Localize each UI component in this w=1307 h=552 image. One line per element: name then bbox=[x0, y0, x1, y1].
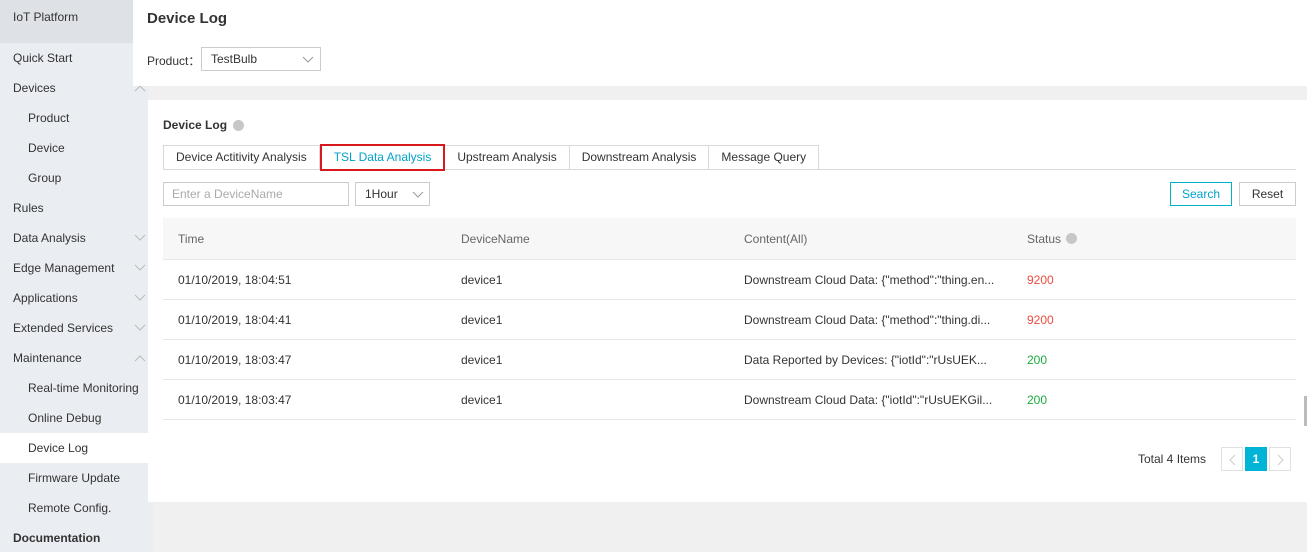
product-label: Product： bbox=[147, 54, 201, 68]
sidebar-item-firmware-update[interactable]: Firmware Update bbox=[0, 463, 148, 493]
pagination-page-1[interactable]: 1 bbox=[1245, 447, 1267, 471]
sidebar-item-rules[interactable]: Rules bbox=[0, 193, 148, 223]
sidebar-item-device-log[interactable]: Device Log bbox=[0, 433, 148, 463]
sidebar-item-maintenance[interactable]: Maintenance bbox=[0, 343, 148, 373]
chevron-down-icon bbox=[134, 313, 146, 343]
sidebar-item-label: Devices bbox=[13, 81, 56, 95]
app-title[interactable]: IoT Platform bbox=[0, 0, 148, 43]
chevron-right-icon bbox=[1277, 454, 1284, 466]
pagination-prev-button[interactable] bbox=[1221, 447, 1243, 471]
reset-button[interactable]: Reset bbox=[1239, 182, 1296, 206]
chevron-down-icon bbox=[302, 56, 314, 63]
column-header-content: Content(All) bbox=[744, 232, 808, 246]
cell-status: 9200 bbox=[1027, 273, 1054, 287]
chevron-down-icon bbox=[134, 253, 146, 283]
cell-content[interactable]: Data Reported by Devices: {"iotId":"rUsU… bbox=[729, 340, 1012, 379]
sidebar-item-online-debug[interactable]: Online Debug bbox=[0, 403, 148, 433]
sidebar-item-device[interactable]: Device bbox=[0, 133, 148, 163]
column-header-device-name: DeviceName bbox=[461, 232, 530, 246]
sidebar-item-documentation[interactable]: Documentation bbox=[0, 523, 148, 552]
sidebar-edge bbox=[148, 502, 153, 552]
page-header: Device Log Product： TestBulb bbox=[133, 0, 1307, 86]
sidebar-item-label: Applications bbox=[13, 291, 78, 305]
chevron-left-icon bbox=[1229, 454, 1236, 466]
sidebar-item-label: Maintenance bbox=[13, 351, 82, 365]
search-button[interactable]: Search bbox=[1170, 182, 1232, 206]
cell-status: 200 bbox=[1027, 393, 1048, 407]
tab-downstream-analysis[interactable]: Downstream Analysis bbox=[569, 145, 710, 170]
tab-upstream-analysis[interactable]: Upstream Analysis bbox=[445, 145, 570, 170]
sidebar-item-label: Data Analysis bbox=[13, 231, 86, 245]
table-row[interactable]: 01/10/2019, 18:04:51 device1 Downstream … bbox=[163, 260, 1296, 300]
tab-bar: Device Actitivity Analysis TSL Data Anal… bbox=[163, 144, 820, 171]
tab-device-activity-analysis[interactable]: Device Actitivity Analysis bbox=[163, 145, 320, 170]
cell-time: 01/10/2019, 18:03:47 bbox=[178, 353, 292, 367]
product-select-value: TestBulb bbox=[211, 52, 258, 66]
section-title: Device Log bbox=[163, 118, 228, 132]
cell-content[interactable]: Downstream Cloud Data: {"method":"thing.… bbox=[729, 300, 1012, 339]
cell-content[interactable]: Downstream Cloud Data: {"iotId":"rUsUEKG… bbox=[729, 380, 1012, 419]
sidebar-menu: Quick Start Devices Product Device Group… bbox=[0, 43, 148, 552]
help-icon[interactable] bbox=[233, 120, 244, 131]
tab-tsl-data-analysis[interactable]: TSL Data Analysis bbox=[319, 144, 446, 171]
sidebar-item-devices[interactable]: Devices bbox=[0, 73, 148, 103]
cell-content[interactable]: Downstream Cloud Data: {"method":"thing.… bbox=[729, 260, 1012, 299]
log-table: Time DeviceName Content(All) Status 01/1… bbox=[163, 218, 1296, 420]
cell-time: 01/10/2019, 18:04:41 bbox=[178, 313, 292, 327]
pagination-next-button[interactable] bbox=[1269, 447, 1291, 471]
tab-message-query[interactable]: Message Query bbox=[709, 145, 820, 170]
cell-time: 01/10/2019, 18:04:51 bbox=[178, 273, 292, 287]
cell-device-name: device1 bbox=[461, 353, 503, 367]
cell-device-name: device1 bbox=[461, 313, 503, 327]
sidebar-item-data-analysis[interactable]: Data Analysis bbox=[0, 223, 148, 253]
help-icon[interactable] bbox=[1066, 233, 1078, 244]
device-name-input[interactable] bbox=[163, 182, 349, 206]
time-range-value: 1Hour bbox=[365, 187, 398, 201]
sidebar-item-remote-config[interactable]: Remote Config. bbox=[0, 493, 148, 523]
sidebar-item-product[interactable]: Product bbox=[0, 103, 148, 133]
sidebar-item-edge-management[interactable]: Edge Management bbox=[0, 253, 148, 283]
main-panel: Device Log Device Actitivity Analysis TS… bbox=[148, 100, 1307, 502]
product-select[interactable]: TestBulb bbox=[201, 47, 321, 71]
sidebar-item-label: Edge Management bbox=[13, 261, 115, 275]
sidebar-item-realtime-monitoring[interactable]: Real-time Monitoring bbox=[0, 373, 148, 403]
column-header-status: Status bbox=[1012, 218, 1296, 259]
pagination-total: Total 4 Items bbox=[1138, 452, 1207, 466]
sidebar-item-quick-start[interactable]: Quick Start bbox=[0, 43, 148, 73]
table-header: Time DeviceName Content(All) Status bbox=[163, 218, 1296, 260]
table-row[interactable]: 01/10/2019, 18:03:47 device1 Data Report… bbox=[163, 340, 1296, 380]
sidebar: IoT Platform Quick Start Devices Product… bbox=[0, 0, 148, 552]
sidebar-item-applications[interactable]: Applications bbox=[0, 283, 148, 313]
sidebar-item-extended-services[interactable]: Extended Services bbox=[0, 313, 148, 343]
cell-device-name: device1 bbox=[461, 273, 503, 287]
table-row[interactable]: 01/10/2019, 18:03:47 device1 Downstream … bbox=[163, 380, 1296, 420]
page-title: Device Log bbox=[147, 10, 228, 27]
cell-status: 200 bbox=[1027, 353, 1048, 367]
sidebar-item-label: Extended Services bbox=[13, 321, 114, 335]
chevron-down-icon bbox=[412, 191, 424, 198]
cell-status: 9200 bbox=[1027, 313, 1054, 327]
table-row[interactable]: 01/10/2019, 18:04:41 device1 Downstream … bbox=[163, 300, 1296, 340]
chevron-up-icon bbox=[134, 343, 146, 373]
cell-device-name: device1 bbox=[461, 393, 503, 407]
time-range-select[interactable]: 1Hour bbox=[355, 182, 430, 206]
chevron-down-icon bbox=[134, 223, 146, 253]
column-header-time: Time bbox=[178, 232, 205, 246]
sidebar-item-group[interactable]: Group bbox=[0, 163, 148, 193]
cell-time: 01/10/2019, 18:03:47 bbox=[178, 393, 292, 407]
column-header-status-label: Status bbox=[1027, 232, 1062, 246]
chevron-down-icon bbox=[134, 283, 146, 313]
